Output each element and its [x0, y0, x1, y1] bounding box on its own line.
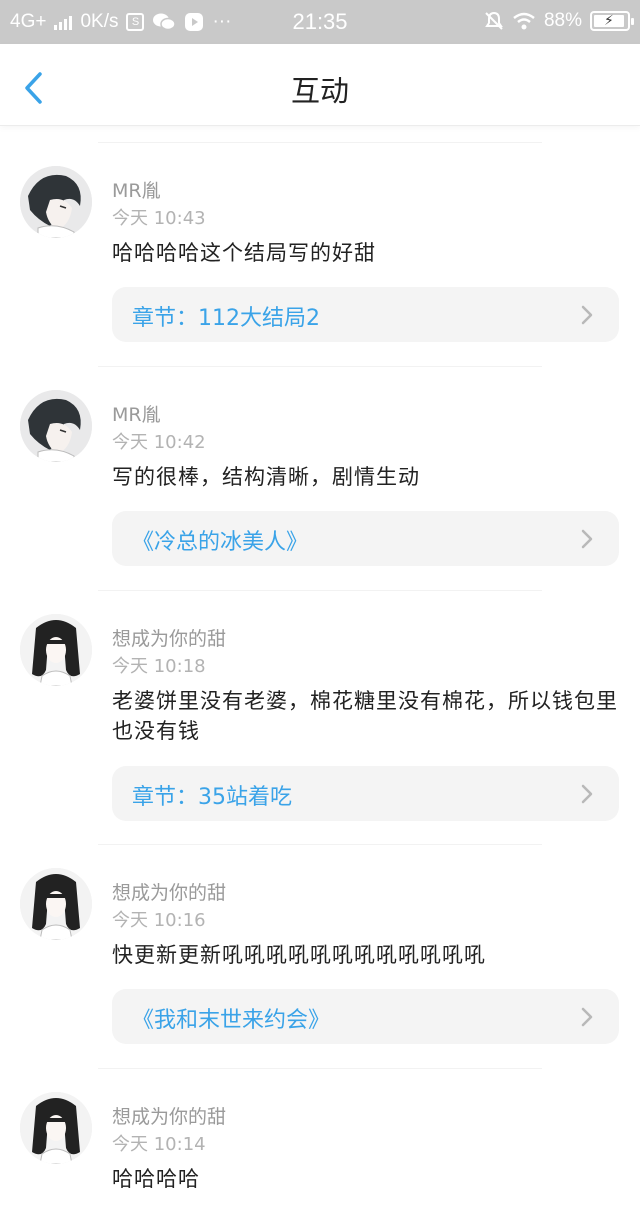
- status-bar: 4G+ 0K/s S ··· 21:35 88% ⚡: [0, 0, 640, 44]
- chevron-right-icon: [581, 1007, 593, 1027]
- comment-item: MR胤 今天 10:42 写的很棒，结构清晰，剧情生动 《冷总的冰美人》: [0, 366, 640, 590]
- comment-item: MR胤 今天 10:43 哈哈哈哈这个结局写的好甜 章节：112大结局2: [0, 142, 640, 366]
- avatar-girl[interactable]: [20, 868, 92, 940]
- comment-time: 今天 10:42: [112, 432, 206, 453]
- username[interactable]: MR胤: [112, 400, 161, 427]
- username[interactable]: MR胤: [112, 176, 161, 203]
- comment-time: 今天 10:18: [112, 656, 206, 677]
- chapter-link[interactable]: 章节：35站着吃: [112, 766, 619, 821]
- status-right: 88% ⚡: [484, 10, 634, 32]
- book-link[interactable]: 《我和末世来约会》: [112, 989, 619, 1044]
- book-link-label: 《冷总的冰美人》: [132, 530, 309, 555]
- battery-icon: ⚡: [590, 11, 634, 31]
- username[interactable]: 想成为你的甜: [112, 878, 226, 905]
- comment-item: 想成为你的甜 今天 10:14 哈哈哈哈: [0, 1068, 640, 1208]
- book-link-label: 《我和末世来约会》: [132, 1008, 331, 1033]
- comment-item: 想成为你的甜 今天 10:16 快更新更新吼吼吼吼吼吼吼吼吼吼吼吼 《我和末世来…: [0, 844, 640, 1068]
- divider: [98, 1068, 542, 1069]
- book-link[interactable]: 《冷总的冰美人》: [112, 511, 619, 566]
- chapter-link[interactable]: 章节：112大结局2: [112, 287, 619, 342]
- avatar-girl[interactable]: [20, 614, 92, 686]
- chapter-link-label: 章节：35站着吃: [132, 785, 292, 810]
- avatar-boy[interactable]: [20, 166, 92, 238]
- comment-time: 今天 10:16: [112, 910, 206, 931]
- comment-list: MR胤 今天 10:43 哈哈哈哈这个结局写的好甜 章节：112大结局2 MR胤…: [0, 142, 640, 1208]
- comment-text: 老婆饼里没有老婆，棉花糖里没有棉花，所以钱包里也没有钱: [112, 689, 618, 743]
- nav-bar: 互动: [0, 44, 640, 126]
- comment-text: 哈哈哈哈: [112, 1167, 200, 1191]
- comment-text: 写的很棒，结构清晰，剧情生动: [112, 465, 420, 489]
- battery-percent: 88%: [543, 10, 582, 31]
- divider: [98, 366, 542, 367]
- comment-text: 快更新更新吼吼吼吼吼吼吼吼吼吼吼吼: [112, 943, 486, 967]
- comment-time: 今天 10:43: [112, 208, 206, 229]
- username[interactable]: 想成为你的甜: [112, 624, 226, 651]
- mute-bell-icon: [485, 11, 503, 30]
- chevron-right-icon: [581, 529, 593, 549]
- username[interactable]: 想成为你的甜: [112, 1102, 226, 1129]
- divider: [98, 844, 542, 845]
- comment-item: 想成为你的甜 今天 10:18 老婆饼里没有老婆，棉花糖里没有棉花，所以钱包里也…: [0, 590, 640, 844]
- chevron-right-icon: [581, 305, 593, 325]
- comment-text: 哈哈哈哈这个结局写的好甜: [112, 241, 376, 265]
- divider: [98, 590, 542, 591]
- wifi-icon: [513, 12, 535, 30]
- avatar-boy[interactable]: [20, 390, 92, 462]
- page-title: 互动: [290, 74, 349, 108]
- comment-time: 今天 10:14: [112, 1134, 206, 1155]
- chapter-link-label: 章节：112大结局2: [132, 306, 320, 331]
- chevron-right-icon: [581, 784, 593, 804]
- avatar-girl[interactable]: [20, 1092, 92, 1164]
- divider: [98, 142, 542, 143]
